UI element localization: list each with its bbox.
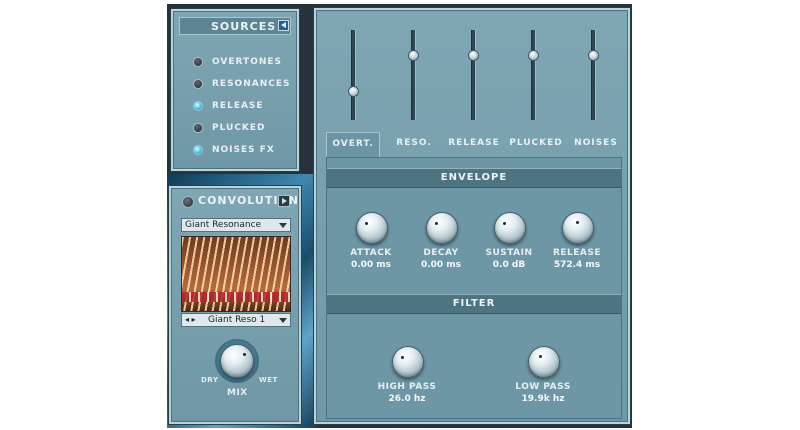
led-icon[interactable]: [193, 79, 203, 89]
wet-label: WET: [259, 376, 278, 384]
knob-pointer: [243, 353, 246, 356]
source-label: PLUCKED: [212, 123, 266, 133]
source-label: RESONANCES: [212, 79, 291, 89]
sustain-control: SUSTAIN 0.0 dB: [479, 208, 539, 278]
led-icon[interactable]: [193, 101, 203, 111]
fader-handle[interactable]: [408, 50, 419, 61]
ir-dropdown[interactable]: ◂ ▸ Giant Reso 1: [181, 313, 291, 327]
release-value: 572.4 ms: [553, 260, 601, 270]
source-noises-fx[interactable]: NOISES FX: [193, 142, 275, 158]
sources-header: SOURCES: [179, 17, 291, 35]
led-icon[interactable]: [193, 57, 203, 67]
sustain-label: SUSTAIN: [485, 248, 533, 258]
release-control: RELEASE 572.4 ms: [547, 208, 607, 278]
envelope-title: ENVELOPE: [440, 172, 508, 183]
impulse-response-image: [181, 236, 291, 312]
fader-resonances[interactable]: [411, 30, 416, 120]
fader-plucked[interactable]: [531, 30, 536, 120]
knob-pointer: [401, 356, 404, 359]
low-pass-label: LOW PASS: [515, 382, 571, 392]
attack-knob[interactable]: [356, 212, 388, 244]
sources-title: SOURCES: [211, 20, 277, 33]
tab-plucked[interactable]: PLUCKED: [506, 132, 566, 156]
fader-handle[interactable]: [348, 86, 359, 97]
dry-label: DRY: [201, 376, 219, 384]
fader-handle[interactable]: [588, 50, 599, 61]
knob-pointer: [539, 355, 542, 358]
preset-value: Giant Resonance: [185, 220, 262, 230]
high-pass-control: HIGH PASS 26.0 hz: [377, 342, 437, 412]
tab-release[interactable]: RELEASE: [444, 132, 504, 156]
chevron-down-icon: [279, 223, 287, 228]
high-pass-knob[interactable]: [392, 346, 424, 378]
attack-value: 0.00 ms: [350, 260, 392, 270]
knob-pointer: [435, 222, 438, 225]
fader-overtones[interactable]: [351, 30, 356, 120]
low-pass-knob[interactable]: [528, 346, 560, 378]
source-release[interactable]: RELEASE: [193, 98, 264, 114]
chevron-down-icon: [279, 318, 287, 323]
source-label: NOISES FX: [212, 145, 275, 155]
preset-dropdown[interactable]: Giant Resonance: [181, 218, 291, 232]
source-label: RELEASE: [212, 101, 264, 111]
release-knob[interactable]: [562, 212, 594, 244]
low-pass-value: 19.9k hz: [521, 394, 565, 404]
collapse-arrow-icon[interactable]: [278, 20, 289, 31]
decay-label: DECAY: [423, 248, 459, 258]
sustain-knob[interactable]: [494, 212, 526, 244]
knob-pointer: [503, 222, 506, 225]
source-label: OVERTONES: [212, 57, 283, 67]
sustain-value: 0.0 dB: [492, 260, 526, 270]
attack-label: ATTACK: [350, 248, 392, 258]
decay-value: 0.00 ms: [420, 260, 462, 270]
fader-handle[interactable]: [468, 50, 479, 61]
sources-panel: SOURCES OVERTONES RESONANCES RELEASE PLU…: [171, 9, 299, 171]
ir-name: Giant Reso 1: [208, 315, 266, 325]
release-label: RELEASE: [552, 248, 602, 258]
knob-pointer: [576, 221, 579, 224]
led-icon[interactable]: [193, 123, 203, 133]
piano-hammers-image: [182, 292, 290, 302]
knob-pointer: [365, 222, 368, 225]
tab-noises[interactable]: NOISES: [568, 132, 624, 156]
mix-knob[interactable]: [220, 344, 254, 378]
piano-plugin: SOURCES OVERTONES RESONANCES RELEASE PLU…: [167, 4, 632, 428]
fader-noises[interactable]: [591, 30, 596, 120]
source-plucked[interactable]: PLUCKED: [193, 120, 266, 136]
convolution-header: CONVOLUTION: [174, 191, 298, 209]
fader-handle[interactable]: [528, 50, 539, 61]
filter-title: FILTER: [452, 298, 496, 309]
decay-control: DECAY 0.00 ms: [411, 208, 471, 278]
main-panel: OVERT. RESO. RELEASE PLUCKED NOISES ENVE…: [314, 8, 630, 424]
source-resonances[interactable]: RESONANCES: [193, 76, 290, 92]
filter-header: FILTER: [327, 294, 621, 314]
convolution-panel: CONVOLUTION Giant Resonance ◂ ▸ Giant Re…: [169, 186, 301, 424]
source-overtones[interactable]: OVERTONES: [193, 54, 282, 70]
prev-next-arrows-icon[interactable]: ◂ ▸: [185, 314, 196, 326]
tab-resonances[interactable]: RESO.: [388, 132, 440, 156]
mix-label: MIX: [227, 388, 248, 398]
high-pass-value: 26.0 hz: [388, 394, 426, 404]
envelope-header: ENVELOPE: [327, 168, 621, 188]
high-pass-label: HIGH PASS: [377, 382, 437, 392]
tab-overtones[interactable]: OVERT.: [326, 132, 380, 157]
led-icon[interactable]: [193, 145, 203, 155]
low-pass-control: LOW PASS 19.9k hz: [513, 342, 573, 412]
power-icon[interactable]: [182, 196, 194, 208]
decay-knob[interactable]: [426, 212, 458, 244]
tab-content: ENVELOPE ATTACK 0.00 ms DECAY 0.00 ms SU…: [326, 157, 622, 419]
fader-release[interactable]: [471, 30, 476, 120]
expand-arrow-icon[interactable]: [278, 195, 290, 207]
attack-control: ATTACK 0.00 ms: [341, 208, 401, 278]
